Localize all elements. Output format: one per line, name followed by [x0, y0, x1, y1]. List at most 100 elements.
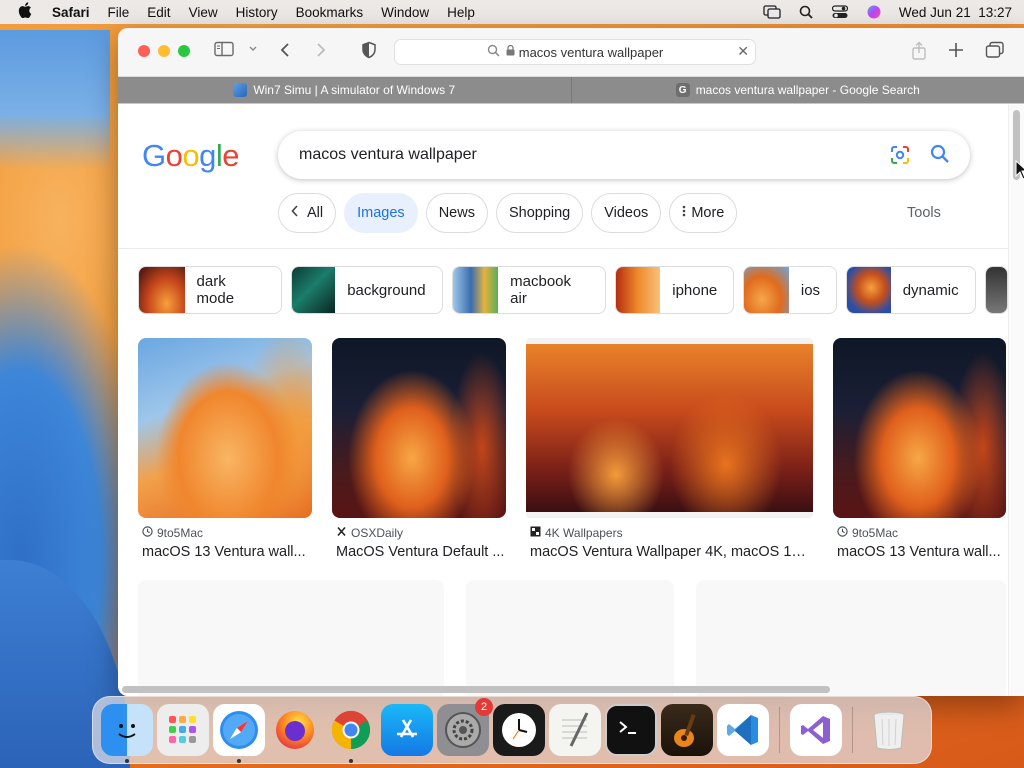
- source-name: OSXDaily: [351, 526, 404, 540]
- related-searches: dark mode background macbook air iphone …: [138, 266, 1008, 314]
- chip-label: Videos: [604, 205, 649, 221]
- menu-bar: Safari File Edit View History Bookmarks …: [0, 0, 1024, 24]
- tab-win7simu[interactable]: Win7 Simu | A simulator of Windows 7: [118, 77, 572, 103]
- related-dynamic[interactable]: dynamic: [846, 266, 976, 314]
- source-favicon-icon: [837, 526, 848, 540]
- chip-shopping[interactable]: Shopping: [495, 193, 584, 233]
- related-dark-mode[interactable]: dark mode: [138, 266, 283, 314]
- tab-label: macos ventura wallpaper - Google Search: [695, 83, 920, 97]
- result-image[interactable]: [332, 338, 506, 518]
- loading-placeholder: [696, 580, 1006, 696]
- tab-label: Win7 Simu | A simulator of Windows 7: [253, 83, 456, 97]
- launchpad-icon[interactable]: [157, 704, 209, 756]
- loading-placeholder: [466, 580, 674, 696]
- thumbnail: [744, 267, 789, 313]
- firefox-icon[interactable]: [269, 704, 321, 756]
- tab-overview-icon[interactable]: [985, 41, 1005, 65]
- minimize-window-button[interactable]: [158, 45, 170, 57]
- running-indicator: [237, 759, 241, 763]
- running-indicator: [125, 759, 129, 763]
- related-iphone[interactable]: iphone: [615, 266, 735, 314]
- clear-address-icon[interactable]: ✕: [737, 43, 749, 60]
- related-macbook-air[interactable]: macbook air: [451, 266, 607, 314]
- search-input[interactable]: macos ventura wallpaper: [278, 131, 970, 179]
- notification-badge: 2: [475, 698, 493, 716]
- menu-edit[interactable]: Edit: [138, 5, 179, 20]
- source-name: 4K Wallpapers: [545, 526, 623, 540]
- result-title[interactable]: MacOS Ventura Default ...: [332, 544, 506, 560]
- menu-clock[interactable]: Wed Jun 21 13:27: [899, 5, 1012, 20]
- chevron-left-icon: [291, 205, 299, 221]
- garageband-icon[interactable]: [661, 704, 713, 756]
- new-tab-icon[interactable]: [948, 41, 964, 65]
- thumbnail: [985, 267, 1007, 313]
- menu-window[interactable]: Window: [372, 5, 438, 20]
- image-result-1[interactable]: 9to5Mac macOS 13 Ventura wall...: [138, 338, 312, 560]
- chip-all[interactable]: All: [278, 193, 337, 233]
- back-icon[interactable]: [278, 41, 292, 65]
- address-bar[interactable]: macos ventura wallpaper ✕: [394, 39, 756, 65]
- result-image-inner: [526, 344, 813, 512]
- thumbnail: [616, 267, 661, 313]
- result-title[interactable]: macOS 13 Ventura wall...: [833, 544, 1006, 560]
- image-result-2[interactable]: OSXDaily MacOS Ventura Default ...: [332, 338, 506, 560]
- related-label: background: [347, 281, 426, 299]
- google-lens-icon[interactable]: [890, 145, 910, 170]
- system-settings-icon[interactable]: 2: [437, 698, 493, 756]
- vertical-scrollbar[interactable]: [1008, 105, 1024, 696]
- safari-window: macos ventura wallpaper ✕ Win7 Simu | A …: [118, 28, 1024, 696]
- google-logo[interactable]: Google: [142, 138, 240, 181]
- menu-file[interactable]: File: [99, 5, 139, 20]
- scrollbar-thumb[interactable]: [122, 686, 830, 693]
- visual-studio-icon[interactable]: [790, 704, 842, 756]
- chip-more[interactable]: More: [669, 193, 738, 233]
- chip-label: Images: [357, 205, 405, 221]
- trash-icon[interactable]: [863, 704, 915, 756]
- related-background[interactable]: background: [291, 266, 443, 314]
- menu-view[interactable]: View: [180, 5, 227, 20]
- image-result-3[interactable]: 4K Wallpapers macOS Ventura Wallpaper 4K…: [526, 338, 813, 560]
- result-title[interactable]: macOS Ventura Wallpaper 4K, macOS 13 ...: [526, 544, 813, 560]
- forward-icon[interactable]: [314, 41, 328, 65]
- textedit-icon[interactable]: [549, 704, 601, 756]
- chip-images[interactable]: Images: [344, 193, 418, 233]
- app-store-icon[interactable]: [381, 704, 433, 756]
- related-ios[interactable]: ios: [743, 266, 838, 314]
- clock-icon[interactable]: [493, 704, 545, 756]
- menu-history[interactable]: History: [227, 5, 287, 20]
- result-image[interactable]: [833, 338, 1006, 518]
- share-icon[interactable]: [911, 41, 927, 67]
- search-submit-icon[interactable]: [930, 144, 950, 169]
- sidebar-toggle-icon[interactable]: [214, 41, 234, 63]
- chip-label: Shopping: [508, 205, 571, 221]
- dock-separator: [852, 707, 853, 753]
- tab-google-search[interactable]: G macos ventura wallpaper - Google Searc…: [571, 77, 1024, 103]
- result-image[interactable]: [526, 338, 813, 518]
- vscode-icon[interactable]: [717, 704, 769, 756]
- result-title[interactable]: macOS 13 Ventura wall...: [138, 544, 312, 560]
- chip-news[interactable]: News: [425, 193, 488, 233]
- apple-menu-icon[interactable]: [0, 1, 50, 23]
- close-window-button[interactable]: [138, 45, 150, 57]
- menu-bookmarks[interactable]: Bookmarks: [287, 5, 373, 20]
- control-center-icon[interactable]: [831, 5, 849, 19]
- horizontal-scrollbar[interactable]: [118, 686, 1008, 694]
- mouse-pointer-icon: [1015, 159, 1024, 185]
- terminal-icon[interactable]: [605, 704, 657, 756]
- chip-videos[interactable]: Videos: [591, 193, 662, 233]
- sidebar-menu-chevron-icon[interactable]: [248, 41, 258, 64]
- chrome-icon[interactable]: [325, 704, 377, 763]
- spotlight-search-icon[interactable]: [797, 5, 815, 19]
- screen-mirroring-icon[interactable]: [763, 5, 781, 19]
- related-more[interactable]: [984, 266, 1008, 314]
- privacy-shield-icon[interactable]: [361, 41, 377, 65]
- finder-icon[interactable]: [101, 704, 153, 763]
- zoom-window-button[interactable]: [178, 45, 190, 57]
- tools-button[interactable]: Tools: [907, 205, 941, 221]
- image-result-4[interactable]: 9to5Mac macOS 13 Ventura wall...: [833, 338, 1006, 560]
- siri-icon[interactable]: [865, 5, 883, 19]
- result-image[interactable]: [138, 338, 312, 518]
- safari-icon[interactable]: [213, 704, 265, 763]
- menu-app-name[interactable]: Safari: [50, 5, 99, 20]
- menu-help[interactable]: Help: [438, 5, 484, 20]
